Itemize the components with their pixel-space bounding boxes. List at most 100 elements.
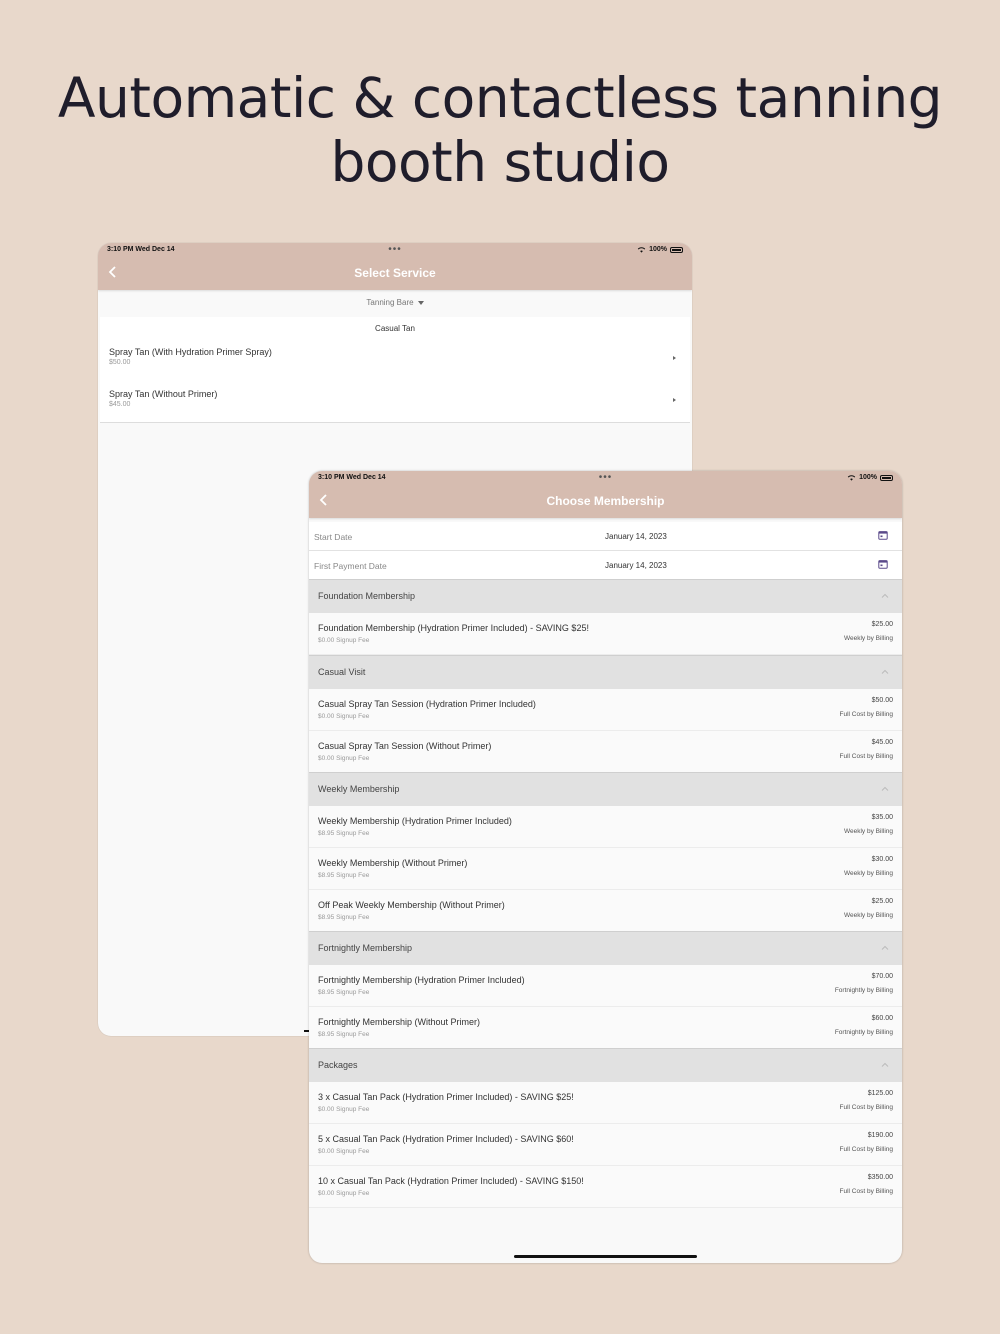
section-casual-visit: Casual Visit Casual Spray Tan Session (H… (309, 655, 902, 773)
section-title: Packages (318, 1060, 358, 1070)
location-dropdown-value: Tanning Bare (366, 298, 414, 307)
service-name: Spray Tan (With Hydration Primer Spray) (109, 347, 272, 357)
chevron-up-icon (881, 786, 889, 791)
section-header[interactable]: Foundation Membership (309, 579, 902, 613)
membership-name: Casual Spray Tan Session (Without Primer… (318, 741, 492, 751)
start-date-value: January 14, 2023 (605, 532, 667, 541)
signup-fee: $8.95 Signup Fee (318, 1031, 370, 1038)
chevron-up-icon (881, 593, 889, 598)
first-payment-date-label: First Payment Date (314, 561, 387, 571)
caret-right-icon (673, 356, 676, 360)
battery-percent: 100% (649, 246, 667, 253)
billing-frequency: Full Cost by Billing (839, 753, 893, 760)
membership-name: Casual Spray Tan Session (Hydration Prim… (318, 699, 536, 709)
headline-line-1: Automatic & contactless tanning (57, 66, 943, 130)
section-title: Fortnightly Membership (318, 943, 413, 953)
status-time: 3:10 PM Wed Dec 14 (318, 474, 386, 481)
signup-fee: $0.00 Signup Fee (318, 1148, 370, 1155)
page-title: Select Service (354, 266, 436, 280)
start-date-field[interactable]: Start Date January 14, 2023 (309, 522, 902, 551)
battery-icon (880, 474, 893, 481)
membership-item[interactable]: Weekly Membership (Hydration Primer Incl… (309, 806, 902, 848)
membership-item[interactable]: Fortnightly Membership (Hydration Primer… (309, 965, 902, 1007)
start-date-label: Start Date (314, 532, 353, 542)
signup-fee: $8.95 Signup Fee (318, 914, 370, 921)
billing-frequency: Full Cost by Billing (839, 1146, 893, 1153)
membership-price: $25.00 (871, 621, 893, 628)
billing-frequency: Full Cost by Billing (839, 711, 893, 718)
membership-item[interactable]: Foundation Membership (Hydration Primer … (309, 613, 902, 655)
section-header[interactable]: Packages (309, 1048, 902, 1082)
status-bar: 3:10 PM Wed Dec 14 ••• 100% (98, 243, 692, 258)
membership-price: $60.00 (871, 1015, 893, 1022)
page-title: Choose Membership (546, 494, 665, 508)
signup-fee: $0.00 Signup Fee (318, 1190, 370, 1197)
membership-item[interactable]: 10 x Casual Tan Pack (Hydration Primer I… (309, 1166, 902, 1208)
signup-fee: $8.95 Signup Fee (318, 830, 370, 837)
battery-icon (670, 246, 683, 253)
membership-item[interactable]: 3 x Casual Tan Pack (Hydration Primer In… (309, 1082, 902, 1124)
membership-item[interactable]: Off Peak Weekly Membership (Without Prim… (309, 890, 902, 932)
signup-fee: $0.00 Signup Fee (318, 755, 370, 762)
section-header[interactable]: Fortnightly Membership (309, 931, 902, 965)
section-title: Foundation Membership (318, 591, 416, 601)
membership-item[interactable]: 5 x Casual Tan Pack (Hydration Primer In… (309, 1124, 902, 1166)
chevron-up-icon (881, 1062, 889, 1067)
headline-line-2: booth studio (330, 130, 670, 194)
signup-fee: $8.95 Signup Fee (318, 989, 370, 996)
membership-price: $25.00 (871, 898, 893, 905)
membership-item[interactable]: Casual Spray Tan Session (Hydration Prim… (309, 689, 902, 731)
section-header[interactable]: Weekly Membership (309, 772, 902, 806)
caret-down-icon (417, 300, 424, 305)
multitask-dots[interactable]: ••• (388, 244, 402, 255)
membership-price: $190.00 (867, 1132, 893, 1139)
membership-item[interactable]: Fortnightly Membership (Without Primer) … (309, 1007, 902, 1049)
billing-frequency: Fortnightly by Billing (834, 1029, 893, 1036)
section-weekly-membership: Weekly Membership Weekly Membership (Hyd… (309, 772, 902, 932)
service-price: $50.00 (109, 359, 131, 366)
section-foundation-membership: Foundation Membership Foundation Members… (309, 579, 902, 655)
billing-frequency: Weekly by Billing (843, 912, 893, 919)
multitask-dots[interactable]: ••• (599, 472, 613, 483)
section-fortnightly-membership: Fortnightly Membership Fortnightly Membe… (309, 931, 902, 1049)
service-item[interactable]: Spray Tan (Without Primer) $45.00 (109, 389, 680, 423)
chevron-up-icon (881, 945, 889, 950)
promo-headline: Automatic & contactless tanning booth st… (0, 66, 1000, 194)
membership-name: Foundation Membership (Hydration Primer … (318, 623, 589, 633)
wifi-icon (637, 247, 646, 253)
status-time: 3:10 PM Wed Dec 14 (107, 246, 175, 253)
first-payment-date-field[interactable]: First Payment Date January 14, 2023 (309, 551, 902, 580)
membership-price: $125.00 (867, 1090, 893, 1097)
home-indicator (514, 1255, 697, 1258)
service-list: Casual Tan Spray Tan (With Hydration Pri… (100, 317, 690, 423)
billing-frequency: Weekly by Billing (843, 870, 893, 877)
caret-right-icon (673, 398, 676, 402)
membership-price: $45.00 (871, 739, 893, 746)
signup-fee: $8.95 Signup Fee (318, 872, 370, 879)
section-packages: Packages 3 x Casual Tan Pack (Hydration … (309, 1048, 902, 1208)
calendar-icon[interactable] (878, 559, 888, 569)
membership-item[interactable]: Casual Spray Tan Session (Without Primer… (309, 731, 902, 773)
service-price: $45.00 (109, 401, 131, 408)
signup-fee: $0.00 Signup Fee (318, 637, 370, 644)
location-dropdown[interactable]: Tanning Bare (98, 292, 692, 314)
signup-fee: $0.00 Signup Fee (318, 1106, 370, 1113)
section-title: Weekly Membership (318, 784, 400, 794)
membership-price: $70.00 (871, 973, 893, 980)
membership-item[interactable]: Weekly Membership (Without Primer) $8.95… (309, 848, 902, 890)
membership-name: Fortnightly Membership (Hydration Primer… (318, 975, 525, 985)
membership-name: Weekly Membership (Hydration Primer Incl… (318, 816, 512, 826)
choose-membership-screen: 3:10 PM Wed Dec 14 ••• 100% Choose Membe… (309, 471, 902, 1263)
section-header[interactable]: Casual Visit (309, 655, 902, 689)
wifi-icon (847, 475, 856, 481)
membership-name: 10 x Casual Tan Pack (Hydration Primer I… (318, 1176, 584, 1186)
status-bar: 3:10 PM Wed Dec 14 ••• 100% (309, 471, 902, 486)
navbar: 3:10 PM Wed Dec 14 ••• 100% Choose Membe… (309, 471, 902, 518)
membership-price: $35.00 (871, 814, 893, 821)
calendar-icon[interactable] (878, 530, 888, 540)
service-item[interactable]: Spray Tan (With Hydration Primer Spray) … (109, 347, 680, 381)
service-name: Spray Tan (Without Primer) (109, 389, 218, 399)
billing-frequency: Full Cost by Billing (839, 1104, 893, 1111)
signup-fee: $0.00 Signup Fee (318, 713, 370, 720)
membership-name: 3 x Casual Tan Pack (Hydration Primer In… (318, 1092, 574, 1102)
